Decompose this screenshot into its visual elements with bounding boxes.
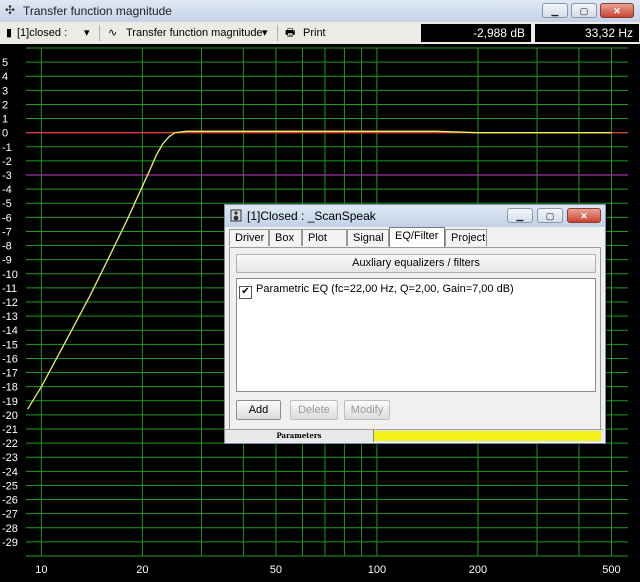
eq-filter-panel: Auxliary equalizers / filters ✔ Parametri… [229, 247, 601, 439]
speaker-icon [230, 209, 242, 222]
y-tick-label: -23 [2, 452, 18, 464]
tab-eq-filter[interactable]: EQ/Filter [389, 227, 445, 247]
y-tick-label: 1 [2, 114, 8, 126]
y-tick-label: -22 [2, 438, 18, 450]
x-tick-label: 200 [469, 564, 487, 576]
x-tick-label: 50 [270, 564, 282, 576]
y-tick-label: -4 [2, 184, 12, 196]
y-tick-label: -15 [2, 339, 18, 351]
check-icon[interactable]: ✔ [239, 286, 252, 299]
y-tick-label: -20 [2, 410, 18, 422]
close-button[interactable]: ✕ [600, 3, 634, 18]
filter-label: Parametric EQ (fc=22,00 Hz, Q=2,00, Gain… [256, 283, 514, 295]
dialog-title: [1]Closed : _ScanSpeak [247, 209, 376, 223]
case-select[interactable]: [1]closed : [17, 25, 67, 41]
waveform-icon: ∿ [108, 27, 118, 39]
y-tick-label: -9 [2, 255, 12, 267]
y-tick-label: -5 [2, 198, 12, 210]
y-tick-label: 2 [2, 99, 8, 111]
y-tick-label: -1 [2, 142, 12, 154]
filter-list[interactable]: ✔ Parametric EQ (fc=22,00 Hz, Q=2,00, Gai… [236, 278, 596, 392]
y-tick-label: 3 [2, 85, 8, 97]
y-tick-label: -11 [2, 283, 17, 295]
x-tick-label: 500 [602, 564, 620, 576]
y-tick-label: -8 [2, 241, 12, 253]
maximize-button[interactable]: ▢ [571, 3, 597, 18]
y-tick-label: -25 [2, 480, 18, 492]
tab-plot[interactable]: Plot [302, 229, 347, 246]
dialog-status-bar: Parameters [225, 429, 603, 442]
title-bar: ✣ Transfer function magnitude ▁ ▢ ✕ [0, 0, 640, 23]
tab-driver[interactable]: Driver [229, 229, 269, 246]
y-tick-label: -26 [2, 495, 18, 507]
y-tick-label: 0 [2, 128, 8, 140]
app-icon: ✣ [5, 3, 16, 17]
y-tick-label: -7 [2, 226, 12, 238]
plot-select[interactable]: Transfer function magnitude [126, 25, 263, 41]
delete-button[interactable]: Delete [290, 400, 338, 420]
add-button[interactable]: Add [236, 400, 281, 420]
print-button[interactable]: Print [303, 25, 326, 41]
progress-bar [374, 431, 601, 441]
y-tick-label: -28 [2, 523, 18, 535]
y-tick-label: -21 [2, 424, 18, 436]
toolbar: ▮ [1]closed : ▾ ∿ Transfer function magn… [0, 22, 640, 45]
tab-box[interactable]: Box [269, 229, 302, 246]
y-tick-label: -6 [2, 212, 12, 224]
y-tick-label: -10 [2, 269, 18, 281]
status-label: Parameters [225, 430, 374, 442]
chevron-down-icon[interactable]: ▾ [84, 25, 90, 41]
dialog-close-button[interactable]: ✕ [567, 208, 601, 223]
y-tick-label: -14 [2, 325, 18, 337]
x-tick-label: 100 [368, 564, 386, 576]
x-tick-label: 10 [35, 564, 47, 576]
y-tick-label: -13 [2, 311, 18, 323]
y-tick-label: 5 [2, 57, 8, 69]
y-tick-label: -3 [2, 170, 12, 182]
y-tick-label: -17 [2, 368, 18, 380]
y-tick-label: -27 [2, 509, 18, 521]
aux-equalizers-header-button[interactable]: Auxliary equalizers / filters [236, 254, 596, 273]
tab-project[interactable]: Project [445, 229, 487, 246]
y-tick-label: 4 [2, 71, 8, 83]
minimize-button[interactable]: ▁ [542, 3, 568, 18]
dialog-title-bar: [1]Closed : _ScanSpeak ▁ ▢ ✕ [225, 205, 605, 227]
hz-readout: 33,32 Hz [535, 24, 639, 42]
dialog-maximize-button[interactable]: ▢ [537, 208, 563, 223]
chevron-down-icon[interactable]: ▾ [262, 25, 268, 41]
tab-signal[interactable]: Signal [347, 229, 389, 246]
window-title: Transfer function magnitude [23, 4, 172, 18]
list-item[interactable]: ✔ Parametric EQ (fc=22,00 Hz, Q=2,00, Gai… [239, 282, 514, 299]
dialog-minimize-button[interactable]: ▁ [507, 208, 533, 223]
db-readout: -2,988 dB [421, 24, 531, 42]
y-tick-label: -24 [2, 466, 18, 478]
y-tick-label: -29 [2, 537, 18, 549]
x-tick-label: 20 [136, 564, 148, 576]
y-tick-label: -19 [2, 396, 18, 408]
y-tick-label: -2 [2, 156, 12, 168]
modify-button[interactable]: Modify [344, 400, 390, 420]
y-tick-label: -12 [2, 297, 18, 309]
scanspeak-dialog: [1]Closed : _ScanSpeak ▁ ▢ ✕ Driver Box … [224, 204, 606, 444]
y-tick-label: -18 [2, 382, 18, 394]
printer-icon[interactable]: 🖶 [285, 25, 295, 41]
y-tick-label: -16 [2, 353, 18, 365]
case-icon: ▮ [6, 27, 13, 39]
